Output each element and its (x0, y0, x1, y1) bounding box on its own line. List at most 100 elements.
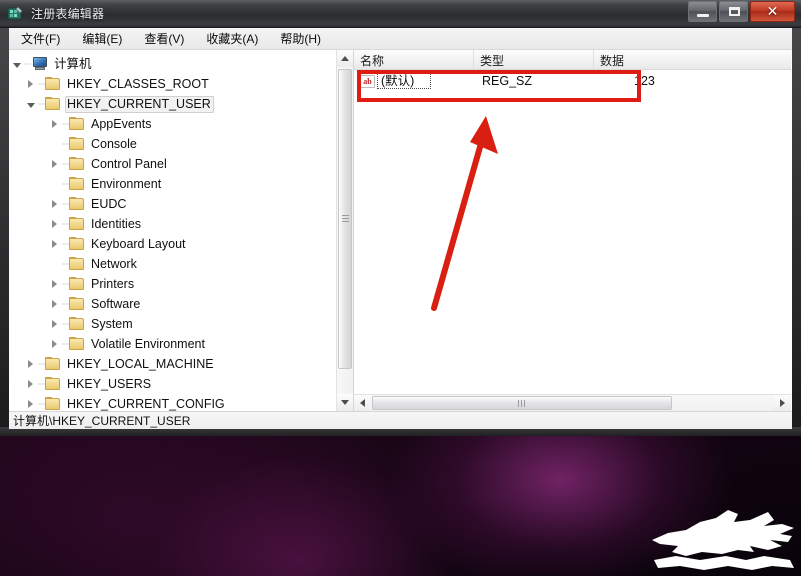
tree-item-label: HKEY_USERS (67, 376, 152, 391)
menu-favorites[interactable]: 收藏夹(A) (196, 28, 268, 49)
expand-triangle-icon[interactable] (47, 334, 62, 354)
column-header-data[interactable]: 数据 (594, 50, 791, 69)
chevron-down-icon (341, 400, 349, 405)
tree-item[interactable]: HKEY_USERS (9, 374, 327, 394)
values-column-headers: 名称 类型 数据 (354, 50, 791, 70)
tree-item-label: Control Panel (91, 156, 167, 171)
tree-vertical-scrollbar[interactable] (336, 50, 353, 411)
registry-editor-window: 注册表编辑器 ✕ 文件(F) 编辑(E) 查看(V) 收藏夹(A) 帮助(H) … (0, 0, 801, 436)
menu-view[interactable]: 查看(V) (134, 28, 194, 49)
value-row[interactable]: ab (默认) REG_SZ 123 (354, 70, 791, 92)
column-header-name[interactable]: 名称 (354, 50, 474, 69)
status-path: 计算机\HKEY_CURRENT_USER (13, 414, 191, 428)
window-title: 注册表编辑器 (31, 7, 105, 21)
tree-item[interactable]: System (9, 314, 327, 334)
folder-icon (69, 337, 85, 351)
column-header-type[interactable]: 类型 (474, 50, 594, 69)
tree-item[interactable]: HKEY_CURRENT_USER (9, 94, 327, 114)
values-scrollbar-thumb[interactable] (372, 396, 672, 410)
chevron-right-icon (780, 399, 785, 407)
scroll-right-button[interactable] (774, 395, 791, 411)
scroll-up-button[interactable] (337, 50, 353, 67)
menu-bar: 文件(F) 编辑(E) 查看(V) 收藏夹(A) 帮助(H) (9, 28, 792, 50)
title-bar[interactable]: 注册表编辑器 ✕ (0, 0, 801, 28)
collapse-triangle-icon[interactable] (23, 94, 38, 114)
menu-help[interactable]: 帮助(H) (270, 28, 331, 49)
expand-triangle-icon[interactable] (47, 314, 62, 334)
tree-item-label: HKEY_CURRENT_USER (65, 95, 214, 113)
expand-triangle-icon[interactable] (23, 354, 38, 374)
tree-item-label: Environment (91, 176, 162, 191)
tree-item-label: Keyboard Layout (91, 236, 186, 251)
tree-item[interactable]: EUDC (9, 194, 327, 214)
tree-item[interactable]: Volatile Environment (9, 334, 327, 354)
value-type-cell: REG_SZ (482, 74, 533, 88)
scroll-down-button[interactable] (337, 394, 353, 411)
tree-item[interactable]: Control Panel (9, 154, 327, 174)
tree-item-label: HKEY_LOCAL_MACHINE (67, 356, 214, 371)
tree-item[interactable]: HKEY_CURRENT_CONFIG (9, 394, 327, 411)
tree-connector-icon (38, 354, 45, 374)
folder-icon (69, 237, 85, 251)
folder-icon (69, 257, 85, 271)
expand-triangle-icon[interactable] (23, 74, 38, 94)
tree-item[interactable]: Software (9, 294, 327, 314)
values-horizontal-scrollbar[interactable] (354, 394, 791, 411)
tree-item-label: Identities (91, 216, 142, 231)
expand-triangle-icon[interactable] (47, 154, 62, 174)
tree-connector-icon (38, 94, 45, 114)
tree-item-label: AppEvents (91, 116, 152, 131)
tree-item[interactable]: HKEY_CLASSES_ROOT (9, 74, 327, 94)
expand-triangle-icon[interactable] (47, 114, 62, 134)
tree-connector-icon (62, 314, 69, 334)
tree-connector-icon (62, 334, 69, 354)
chevron-up-icon (341, 56, 349, 61)
tree-connector-icon (62, 254, 69, 274)
menu-edit[interactable]: 编辑(E) (72, 28, 132, 49)
registry-tree: 计算机 HKEY_CLASSES_ROOT HKEY_CURRENT_USER App… (9, 54, 327, 411)
scrollbar-grip-icon (518, 400, 527, 407)
expand-triangle-icon[interactable] (47, 194, 62, 214)
scrollbar-grip-icon (342, 215, 349, 223)
expand-triangle-icon[interactable] (23, 394, 38, 411)
status-bar: 计算机\HKEY_CURRENT_USER (9, 411, 792, 429)
folder-icon (69, 157, 85, 171)
window-controls: ✕ (686, 1, 795, 22)
tree-item[interactable]: HKEY_LOCAL_MACHINE (9, 354, 327, 374)
tree-item-label: Network (91, 256, 137, 271)
tree-scrollbar-thumb[interactable] (338, 69, 352, 369)
tree-item[interactable]: Printers (9, 274, 327, 294)
tree-item[interactable]: Keyboard Layout (9, 234, 327, 254)
expand-triangle-icon[interactable] (47, 274, 62, 294)
expand-triangle-icon[interactable] (47, 214, 62, 234)
expand-triangle-icon[interactable] (23, 374, 38, 394)
expand-triangle-icon[interactable] (47, 234, 62, 254)
maximize-button[interactable] (719, 1, 748, 22)
tree-item[interactable]: Network (9, 254, 327, 274)
folder-icon (69, 197, 85, 211)
tree-item[interactable]: Console (9, 134, 327, 154)
folder-icon (45, 77, 61, 91)
collapse-triangle-icon[interactable] (9, 54, 24, 74)
tree-item[interactable]: 计算机 (9, 54, 327, 74)
close-button[interactable]: ✕ (750, 1, 795, 22)
tree-item-label: System (91, 316, 133, 331)
tree-item-label: Printers (91, 276, 135, 291)
tree-connector-icon (62, 274, 69, 294)
tree-item[interactable]: AppEvents (9, 114, 327, 134)
maximize-icon (729, 7, 740, 16)
close-icon: ✕ (766, 3, 779, 19)
tree-item[interactable]: Identities (9, 214, 327, 234)
scroll-left-button[interactable] (354, 395, 371, 411)
menu-file[interactable]: 文件(F) (11, 28, 70, 49)
tree-item[interactable]: Environment (9, 174, 327, 194)
minimize-button[interactable] (688, 1, 717, 22)
tree-item-label: EUDC (91, 196, 127, 211)
folder-icon (45, 377, 61, 391)
folder-icon (69, 317, 85, 331)
tree-item-label: 计算机 (54, 56, 92, 71)
chevron-left-icon (360, 399, 365, 407)
expand-triangle-icon[interactable] (47, 294, 62, 314)
values-list: ab (默认) REG_SZ 123 (354, 70, 791, 92)
